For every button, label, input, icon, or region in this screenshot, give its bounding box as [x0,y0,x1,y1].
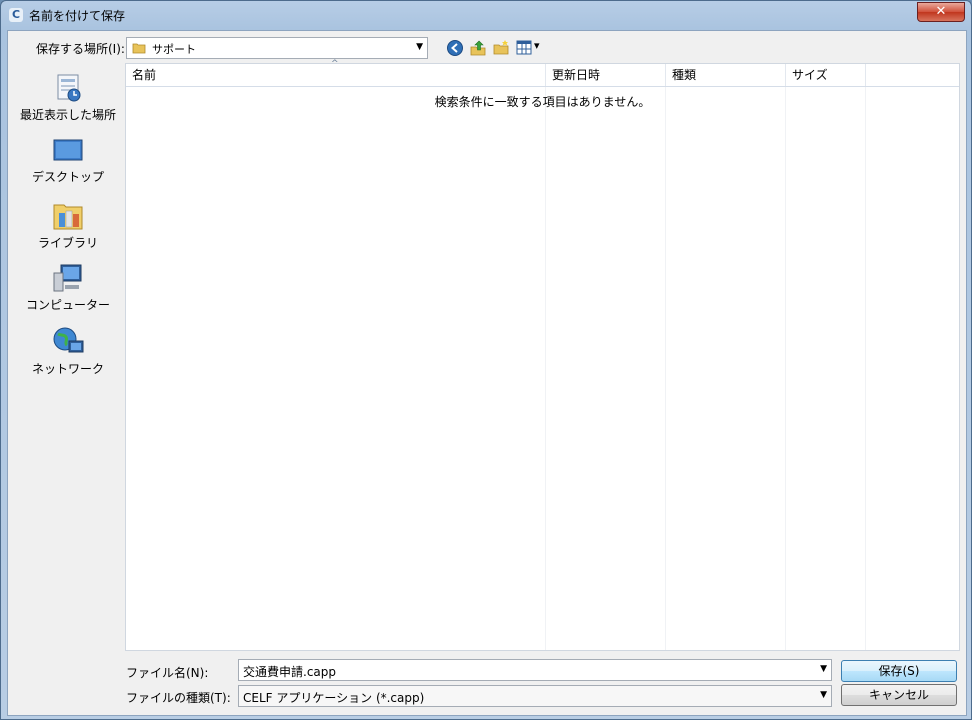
sort-ascending-icon: ^ [331,59,339,69]
place-label: デスクトップ [31,170,104,184]
back-icon[interactable] [446,39,464,57]
column-headers: 名前 ^ 更新日時 種類 サイズ [126,59,959,87]
place-label: コンピューター [25,298,110,312]
cancel-button[interactable]: キャンセル [841,684,957,706]
column-header-modified[interactable]: 更新日時 [546,64,666,86]
filetype-dropdown[interactable]: CELF アプリケーション (*.capp) ▼ [238,685,832,707]
view-grid-icon [516,40,532,55]
file-list[interactable]: 名前 ^ 更新日時 種類 サイズ 検索条件に一致する項目はありません。 [125,59,960,651]
save-as-dialog: C 名前を付けて保存 ✕ 保存する場所(I): サポート ▼ ▾ 最近表示した場… [0,0,972,720]
network-icon [53,327,84,353]
desktop-icon [53,139,83,161]
place-label: 最近表示した場所 [19,108,116,122]
libraries-icon [53,204,83,230]
place-network[interactable]: ネットワーク [8,325,128,385]
column-header-size[interactable]: サイズ [786,64,866,86]
title-bar[interactable]: C 名前を付けて保存 ✕ [1,1,971,29]
filename-input[interactable]: 交通費申請.capp ▼ [238,659,832,681]
place-desktop[interactable]: デスクトップ [8,137,128,197]
column-header-type[interactable]: 種類 [666,64,786,86]
filename-value: 交通費申請.capp [243,665,337,679]
place-label: ライブラリ [37,236,98,250]
view-dropdown-arrow-icon: ▾ [534,39,540,52]
new-folder-icon[interactable] [492,39,510,57]
places-bar: 最近表示した場所 デスクトップ ライブラリ コンピューター ネットワーク [8,65,122,715]
chevron-down-icon[interactable]: ▼ [820,664,827,674]
save-button[interactable]: 保存(S) [841,660,957,682]
close-button[interactable]: ✕ [917,2,965,22]
place-libraries[interactable]: ライブラリ [8,199,128,259]
savein-label: 保存する場所(I): [36,42,125,56]
savein-dropdown[interactable]: サポート ▼ [126,37,428,59]
place-computer[interactable]: コンピューター [8,263,128,323]
place-recent[interactable]: 最近表示した場所 [8,73,128,133]
empty-message: 検索条件に一致する項目はありません。 [434,95,651,109]
column-divider [665,87,666,650]
app-icon: C [9,8,23,22]
chevron-down-icon: ▼ [820,690,827,700]
up-folder-icon[interactable] [469,39,487,57]
window-title: 名前を付けて保存 [29,9,126,23]
place-label: ネットワーク [31,362,104,376]
column-divider [865,87,866,650]
folder-icon [132,43,146,54]
chevron-down-icon: ▼ [416,42,423,52]
dialog-body: 保存する場所(I): サポート ▼ ▾ 最近表示した場所 デスクトップ ライブラ… [7,30,967,716]
column-divider [545,87,546,650]
filename-label: ファイル名(N): [126,666,209,680]
computer-icon [53,264,82,292]
view-menu-button[interactable]: ▾ [516,39,544,57]
savein-value: サポート [152,43,196,56]
filetype-value: CELF アプリケーション (*.capp) [243,691,425,705]
filetype-label: ファイルの種類(T): [126,691,231,705]
recent-places-icon [57,74,81,102]
column-divider [785,87,786,650]
